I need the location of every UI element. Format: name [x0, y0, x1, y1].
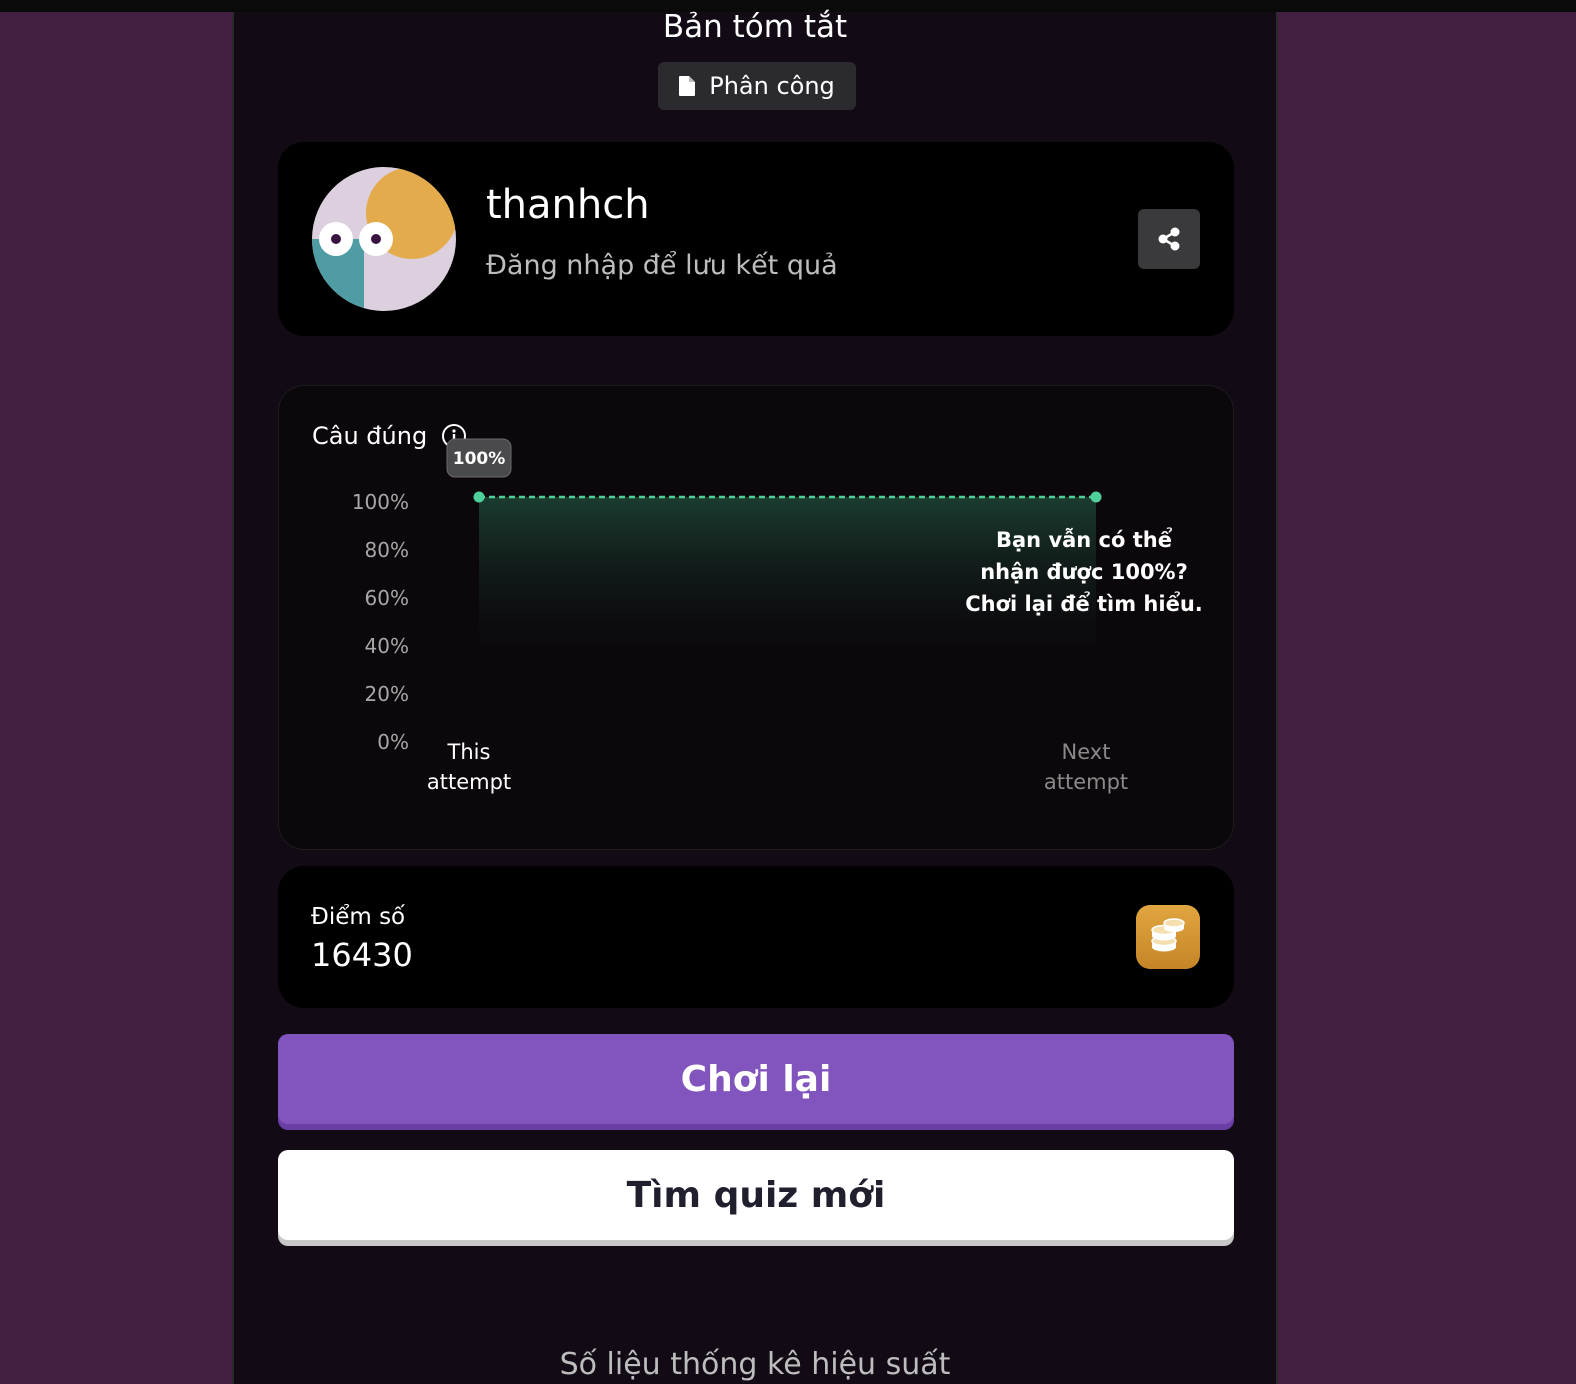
username: thanhch — [486, 182, 650, 228]
score-card: Điểm số 16430 — [278, 866, 1234, 1008]
find-new-quiz-button[interactable]: Tìm quiz mới — [278, 1150, 1234, 1240]
chart-point-2 — [1090, 491, 1102, 503]
y-tick-label: 0% — [377, 730, 409, 754]
replay-button[interactable]: Chơi lại — [278, 1034, 1234, 1124]
score-value: 16430 — [311, 936, 413, 974]
retry-message-line: Chơi lại để tìm hiểu. — [965, 591, 1203, 616]
y-tick-label: 20% — [365, 682, 409, 706]
accuracy-chart-card: Câu đúng 100% 80% 60% 40% 20% 0% This attempt Ne… — [278, 385, 1234, 850]
y-tick-label: 60% — [365, 586, 409, 610]
x-tick-label: attempt — [1044, 770, 1128, 794]
chart-area-fill — [479, 497, 1096, 684]
score-label: Điểm số — [311, 904, 406, 930]
summary-panel: Bản tóm tắt Phân công thanhch Đăng nhập … — [232, 12, 1278, 1384]
coins-icon — [1151, 918, 1185, 952]
login-hint-link[interactable]: Đăng nhập để lưu kết quả — [486, 250, 838, 281]
data-label: 100% — [453, 449, 506, 469]
x-tick-label: Next — [1062, 740, 1111, 764]
chart-point-1 — [473, 491, 485, 503]
accuracy-chart: 100% 80% 60% 40% 20% 0% This attempt Next attempt… — [352, 438, 1203, 794]
x-tick-label: This — [447, 740, 491, 764]
assignment-chip[interactable]: Phân công — [658, 62, 856, 110]
document-icon — [679, 76, 696, 96]
y-tick-label: 40% — [365, 634, 409, 658]
share-icon — [1158, 227, 1180, 251]
assignment-label: Phân công — [709, 72, 835, 100]
profile-card: thanhch Đăng nhập để lưu kết quả — [278, 142, 1234, 336]
share-button[interactable] — [1138, 209, 1200, 269]
retry-message-line: nhận được 100%? — [980, 560, 1188, 584]
coins-badge — [1136, 905, 1200, 969]
x-tick-label: attempt — [427, 770, 511, 794]
performance-stats-heading: Số liệu thống kê hiệu suất — [559, 1347, 951, 1382]
avatar — [312, 167, 456, 311]
page-title: Bản tóm tắt — [662, 9, 848, 45]
retry-message-line: Bạn vẫn có thể — [996, 527, 1173, 552]
y-tick-label: 80% — [365, 538, 409, 562]
y-tick-label: 100% — [352, 490, 409, 514]
